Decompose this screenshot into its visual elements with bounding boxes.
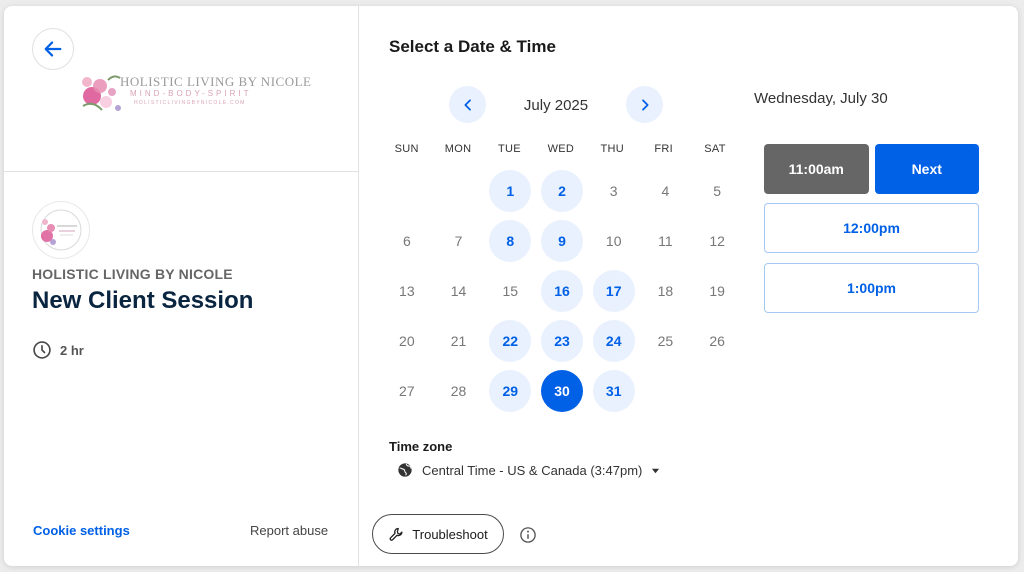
troubleshoot-label: Troubleshoot [412,526,488,542]
next-button[interactable]: Next [874,144,979,194]
weekday-label: MON [444,143,472,155]
divider [4,171,358,172]
flower-avatar-icon [40,209,82,251]
calendar-day-unavailable: 4 [661,183,670,199]
booking-card: HOLISTIC LIVING BY NICOLE MIND-BODY-SPIR… [4,6,1018,566]
report-abuse-link[interactable]: Report abuse [250,523,328,538]
calendar-day-available[interactable]: 29 [489,370,532,412]
calendar-day-unavailable: 3 [609,183,618,199]
calendar-day-unavailable: 12 [709,233,725,249]
calendar-day-unavailable: 10 [605,233,622,249]
calendar-day-available[interactable]: 9 [541,220,583,262]
selected-slot-row: 11:00am Next [764,144,979,194]
calendar-day-unavailable: 26 [709,333,725,349]
duration-label: 2 hr [60,342,84,358]
logo-url: HOLISTICLIVINGBYNICOLE.COM [134,100,246,106]
timezone-selector[interactable]: Central Time - US & Canada (3:47pm) [397,462,660,478]
scheduler-panel: Select a Date & Time July 2025 SUN MON TUE… [359,6,1018,566]
timezone-label: Time zone [389,439,453,454]
calendar-day-available[interactable]: 16 [541,270,583,312]
calendar-day-unavailable: 18 [657,283,674,299]
avatar [32,201,90,259]
calendar-day-available[interactable]: 31 [592,370,635,412]
organizer-name: HOLISTIC LIVING BY NICOLE [32,266,233,282]
calendar-day-unavailable: 20 [399,333,415,349]
cookie-settings-link[interactable]: Cookie settings [33,523,130,538]
event-title: New Client Session [32,287,254,314]
calendar-day-unavailable: 21 [450,333,467,349]
calendar-day-unavailable: 14 [450,283,467,299]
clock-icon [33,341,51,359]
weekday-label: FRI [654,143,673,155]
calendar-day-unavailable: 13 [399,283,415,299]
event-details-panel: HOLISTIC LIVING BY NICOLE MIND-BODY-SPIR… [4,6,359,566]
back-button[interactable] [32,28,74,70]
selected-date-heading: Wednesday, July 30 [754,90,888,107]
globe-icon [398,463,412,477]
wrench-icon [389,527,403,541]
logo-tagline: MIND-BODY-SPIRIT [130,89,252,98]
duration: 2 hr [32,340,84,360]
calendar-day-unavailable: 19 [709,283,725,299]
calendar-day-available[interactable]: 23 [541,320,583,362]
month-navigation: July 2025 [449,86,663,124]
brand-logo: HOLISTIC LIVING BY NICOLE MIND-BODY-SPIR… [78,62,311,116]
calendar-day-unavailable: 7 [454,233,463,249]
weekday-header: SUN MON TUE WED THU FRI SAT [381,143,743,155]
calendar-day-selected[interactable]: 30 [541,370,583,412]
time-slot[interactable]: 12:00pm [764,203,979,253]
calendar-day-unavailable: 5 [713,183,722,199]
page-title: Select a Date & Time [389,37,556,56]
calendar-day-available[interactable]: 22 [489,320,532,362]
timezone-value: Central Time - US & Canada (3:47pm) [422,462,643,478]
calendar-day-available[interactable]: 2 [541,170,583,212]
chevron-right-icon [641,98,649,111]
logo-title: HOLISTIC LIVING BY NICOLE [120,74,312,89]
arrow-left-icon [44,41,62,57]
calendar-day-unavailable: 6 [402,233,411,249]
calendar-day-unavailable: 25 [657,333,674,349]
calendar-day-unavailable: 15 [502,283,519,299]
calendar-day-available[interactable]: 1 [489,170,532,212]
weekday-label: THU [600,143,625,155]
weekday-label: TUE [498,143,521,155]
troubleshoot-button[interactable]: Troubleshoot [372,514,504,554]
caret-down-icon [652,468,660,473]
calendar-day-available[interactable]: 8 [489,220,532,262]
calendar-day-unavailable: 27 [399,383,415,399]
calendar-day-unavailable: 28 [450,383,467,399]
next-month-button[interactable] [626,86,663,123]
weekday-label: SUN [394,143,419,155]
info-button[interactable] [519,526,537,549]
weekday-label: WED [547,143,575,155]
calendar-day-available[interactable]: 17 [592,270,635,312]
calendar-day-unavailable: 11 [658,233,673,249]
weekday-label: SAT [704,143,726,155]
info-icon [520,527,536,543]
time-slot[interactable]: 1:00pm [764,263,979,313]
calendar-day-available[interactable]: 24 [592,320,635,362]
time-slot-selected[interactable]: 11:00am [764,144,869,194]
